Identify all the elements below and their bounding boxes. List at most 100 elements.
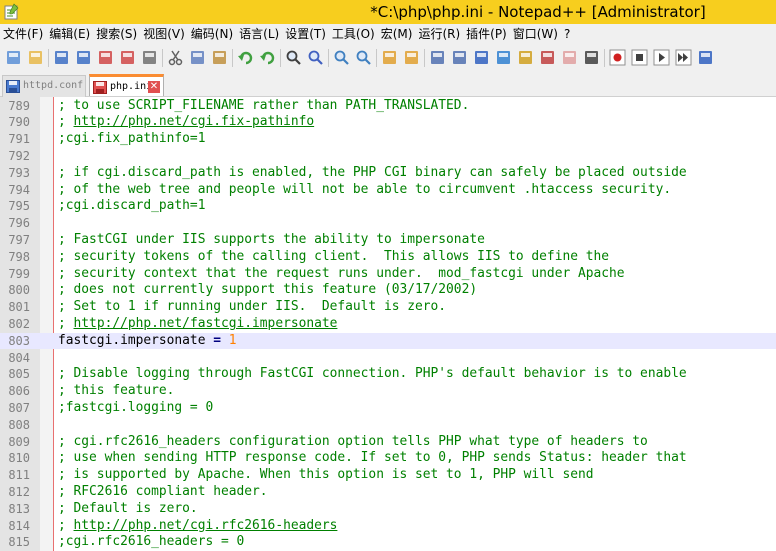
print-icon[interactable] [141, 49, 158, 66]
editor-line[interactable]: 800 ; does not currently support this fea… [0, 282, 776, 299]
editor-line[interactable]: 801 ; Set to 1 if running under IIS. Defa… [0, 299, 776, 316]
menu-item-12[interactable]: ? [561, 24, 573, 44]
editor-line[interactable]: 794 ; of the web tree and people will not… [0, 182, 776, 199]
zoom-in-icon[interactable] [333, 49, 350, 66]
editor-line[interactable]: 812 ; RFC2616 compliant header. [0, 484, 776, 501]
line-text[interactable]: ; is supported by Apache. When this opti… [58, 467, 594, 484]
line-text[interactable]: ; does not currently support this featur… [58, 282, 477, 299]
editor-line[interactable]: 789 ; to use SCRIPT_FILENAME rather than … [0, 98, 776, 115]
indent-guide-icon[interactable] [473, 49, 490, 66]
user-lang-icon[interactable] [517, 49, 534, 66]
doc-map-icon[interactable] [495, 49, 512, 66]
tab-httpd-conf[interactable]: httpd.conf [2, 75, 86, 97]
url-link[interactable]: http://php.net/cgi.rfc2616-headers [74, 518, 338, 533]
menu-item-8[interactable]: 宏(M) [378, 24, 416, 44]
editor-line[interactable]: 796 [0, 215, 776, 232]
editor-line[interactable]: 795 ;cgi.discard_path=1 [0, 198, 776, 215]
editor-line[interactable]: 813 ; Default is zero. [0, 501, 776, 518]
close-icon[interactable] [97, 49, 114, 66]
editor-line[interactable]: 805 ; Disable logging through FastCGI con… [0, 366, 776, 383]
editor-line[interactable]: 790; http://php.net/cgi.fix-pathinfo [0, 114, 776, 131]
copy-icon[interactable] [189, 49, 206, 66]
line-text[interactable]: ; FastCGI under IIS supports the ability… [58, 232, 485, 249]
tab-close-icon[interactable]: ✕ [148, 81, 160, 93]
editor-line[interactable]: 811 ; is supported by Apache. When this o… [0, 467, 776, 484]
menu-item-10[interactable]: 插件(P) [463, 24, 510, 44]
url-link[interactable]: http://php.net/cgi.fix-pathinfo [74, 114, 315, 129]
monitor-icon[interactable] [583, 49, 600, 66]
menu-item-2[interactable]: 搜索(S) [93, 24, 140, 44]
sync-vertical-icon[interactable] [381, 49, 398, 66]
close-all-icon[interactable] [119, 49, 136, 66]
editor-line[interactable]: 802; http://php.net/fastcgi.impersonate [0, 316, 776, 333]
editor-line[interactable]: 809 ; cgi.rfc2616_headers configuration o… [0, 434, 776, 451]
new-file-icon[interactable] [5, 49, 22, 66]
play-multiple-icon[interactable] [675, 49, 692, 66]
menu-item-7[interactable]: 工具(O) [329, 24, 378, 44]
cut-icon[interactable] [167, 49, 184, 66]
function-list-icon[interactable] [539, 49, 556, 66]
line-text[interactable]: ; use when sending HTTP response code. I… [58, 450, 687, 467]
paste-icon[interactable] [211, 49, 228, 66]
find-icon[interactable] [285, 49, 302, 66]
redo-icon[interactable] [259, 49, 276, 66]
editor-line[interactable]: 803 fastcgi.impersonate = 1 [0, 332, 776, 350]
open-file-icon[interactable] [27, 49, 44, 66]
editor-line[interactable]: 806 ; this feature. [0, 383, 776, 400]
menu-item-0[interactable]: 文件(F) [0, 24, 46, 44]
line-text[interactable]: ;fastcgi.logging = 0 [58, 400, 213, 417]
editor-area[interactable]: 789 ; to use SCRIPT_FILENAME rather than … [0, 97, 776, 551]
editor-line[interactable]: 798 ; security tokens of the calling clie… [0, 249, 776, 266]
editor-line[interactable]: 808 [0, 417, 776, 434]
line-text[interactable]: ; security tokens of the calling client.… [58, 249, 609, 266]
menu-item-11[interactable]: 窗口(W) [510, 24, 561, 44]
word-wrap-icon[interactable] [429, 49, 446, 66]
line-text[interactable]: ;cgi.fix_pathinfo=1 [58, 131, 205, 148]
editor-line[interactable]: 804 [0, 350, 776, 367]
editor-line[interactable]: 792 [0, 148, 776, 165]
line-text[interactable]: ; of the web tree and people will not be… [58, 182, 671, 199]
editor-line[interactable]: 810 ; use when sending HTTP response code… [0, 450, 776, 467]
line-text[interactable]: fastcgi.impersonate = 1 [58, 333, 237, 350]
replace-icon[interactable] [307, 49, 324, 66]
zoom-out-icon[interactable] [355, 49, 372, 66]
line-text[interactable]: ;cgi.rfc2616_headers = 0 [58, 534, 244, 551]
editor-line[interactable]: 793 ; if cgi.discard_path is enabled, the… [0, 165, 776, 182]
show-all-chars-icon[interactable] [451, 49, 468, 66]
save-macro-icon[interactable] [697, 49, 714, 66]
line-text[interactable]: ; this feature. [58, 383, 174, 400]
line-text[interactable]: ; cgi.rfc2616_headers configuration opti… [58, 434, 648, 451]
editor-line[interactable]: 807 ;fastcgi.logging = 0 [0, 400, 776, 417]
menu-item-1[interactable]: 编辑(E) [46, 24, 93, 44]
url-link[interactable]: http://php.net/fastcgi.impersonate [74, 316, 338, 331]
line-text[interactable]: ; http://php.net/fastcgi.impersonate [58, 316, 337, 333]
editor-line[interactable]: 814; http://php.net/cgi.rfc2616-headers [0, 518, 776, 535]
menu-item-3[interactable]: 视图(V) [140, 24, 188, 44]
line-text[interactable]: ; Default is zero. [58, 501, 198, 518]
line-text[interactable]: ; if cgi.discard_path is enabled, the PH… [58, 165, 687, 182]
editor-line[interactable]: 799 ; security context that the request r… [0, 266, 776, 283]
menu-item-5[interactable]: 语言(L) [236, 24, 282, 44]
play-macro-icon[interactable] [653, 49, 670, 66]
sync-horizontal-icon[interactable] [403, 49, 420, 66]
line-text[interactable]: ; http://php.net/cgi.fix-pathinfo [58, 114, 314, 131]
record-macro-icon[interactable] [609, 49, 626, 66]
save-icon[interactable] [53, 49, 70, 66]
stop-record-icon[interactable] [631, 49, 648, 66]
line-text[interactable]: ; RFC2616 compliant header. [58, 484, 268, 501]
undo-icon[interactable] [237, 49, 254, 66]
menu-item-9[interactable]: 运行(R) [415, 24, 463, 44]
line-text[interactable]: ; Set to 1 if running under IIS. Default… [58, 299, 446, 316]
editor-line[interactable]: 815 ;cgi.rfc2616_headers = 0 [0, 534, 776, 551]
line-text[interactable]: ; security context that the request runs… [58, 266, 625, 283]
tab-php-ini[interactable]: php.ini ✕ [89, 74, 164, 96]
menu-item-4[interactable]: 编码(N) [188, 24, 236, 44]
line-text[interactable]: ; to use SCRIPT_FILENAME rather than PAT… [58, 98, 469, 115]
folder-workspace-icon[interactable] [561, 49, 578, 66]
menu-item-6[interactable]: 设置(T) [282, 24, 329, 44]
editor-line[interactable]: 797 ; FastCGI under IIS supports the abil… [0, 232, 776, 249]
editor-line[interactable]: 791 ;cgi.fix_pathinfo=1 [0, 131, 776, 148]
line-text[interactable]: ; Disable logging through FastCGI connec… [58, 366, 687, 383]
line-text[interactable]: ; http://php.net/cgi.rfc2616-headers [58, 518, 337, 535]
save-all-icon[interactable] [75, 49, 92, 66]
